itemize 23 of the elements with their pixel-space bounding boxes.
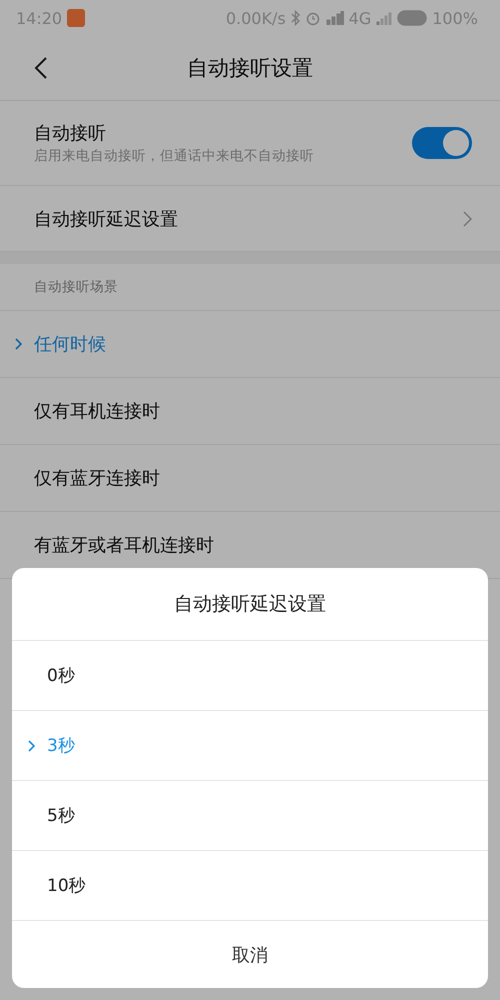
alarm-icon <box>304 10 321 26</box>
delay-option[interactable]: 0秒 <box>12 641 488 711</box>
setting-title: 自动接听 <box>34 122 107 145</box>
setting-description: 启用来电自动接听，但通话中来电不自动接听 <box>34 147 314 165</box>
cancel-button[interactable]: 取消 <box>12 921 488 988</box>
bluetooth-icon <box>290 10 300 26</box>
back-icon[interactable] <box>34 56 48 80</box>
battery-icon <box>397 10 428 26</box>
chevron-right-icon <box>463 210 472 226</box>
delay-option[interactable]: 10秒 <box>12 851 488 921</box>
signal-icon <box>326 11 344 25</box>
toggle-switch[interactable] <box>412 127 472 159</box>
section-label: 自动接听场景 <box>0 264 500 311</box>
setting-row[interactable]: 自动接听 启用来电自动接听，但通话中来电不自动接听 <box>0 101 500 186</box>
dialog-title: 自动接听延迟设置 <box>12 568 488 641</box>
scene-option[interactable]: 仅有耳机连接时 <box>0 378 500 445</box>
delay-option[interactable]: 5秒 <box>12 781 488 851</box>
chevron-right-icon <box>15 338 22 350</box>
app-notification-icon <box>67 9 86 27</box>
setting-title: 自动接听延迟设置 <box>34 208 178 230</box>
scene-option[interactable]: 仅有蓝牙连接时 <box>0 445 500 512</box>
chevron-right-icon <box>28 740 35 752</box>
page-title: 自动接听设置 <box>187 55 313 82</box>
